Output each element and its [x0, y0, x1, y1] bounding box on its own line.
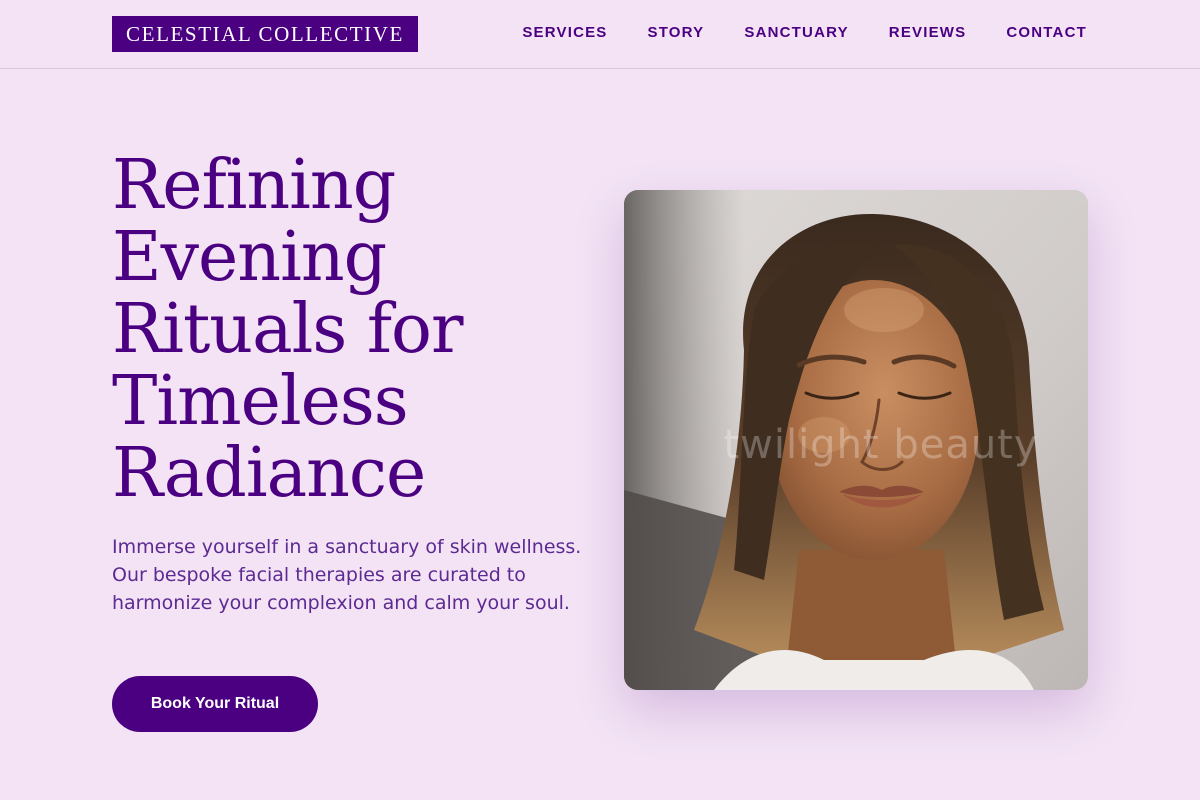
nav-link-contact[interactable]: CONTACT [1006, 23, 1087, 43]
top-navigation: CELESTIAL COLLECTIVE SERVICES STORY SANC… [0, 0, 1200, 69]
nav-link-story[interactable]: STORY [648, 23, 705, 43]
nav-link-services[interactable]: SERVICES [522, 23, 607, 43]
hero-title-line-5: Radiance [112, 434, 426, 513]
hero-description: Immerse yourself in a sanctuary of skin … [112, 536, 582, 614]
hero-title-line-2: Evening [112, 218, 387, 297]
hero-title: Refining Evening Rituals for Timeless Radian… [112, 150, 572, 510]
nav-link-reviews[interactable]: REVIEWS [889, 23, 967, 43]
hero-title-line-4: Timeless [112, 362, 409, 441]
book-ritual-button[interactable]: Book Your Ritual [112, 676, 318, 732]
nav-link-sanctuary[interactable]: SANCTUARY [744, 23, 848, 43]
hero-portrait-image: twilight beauty [624, 190, 1088, 690]
hero-title-line-3: Rituals for [112, 290, 463, 369]
hero-title-line-1: Refining [112, 146, 396, 225]
brand-logo[interactable]: CELESTIAL COLLECTIVE [112, 16, 418, 52]
portrait-forehead-highlight [844, 288, 924, 332]
image-watermark: twilight beauty [723, 422, 1039, 468]
nav-links: SERVICES STORY SANCTUARY REVIEWS CONTACT [522, 23, 1087, 43]
